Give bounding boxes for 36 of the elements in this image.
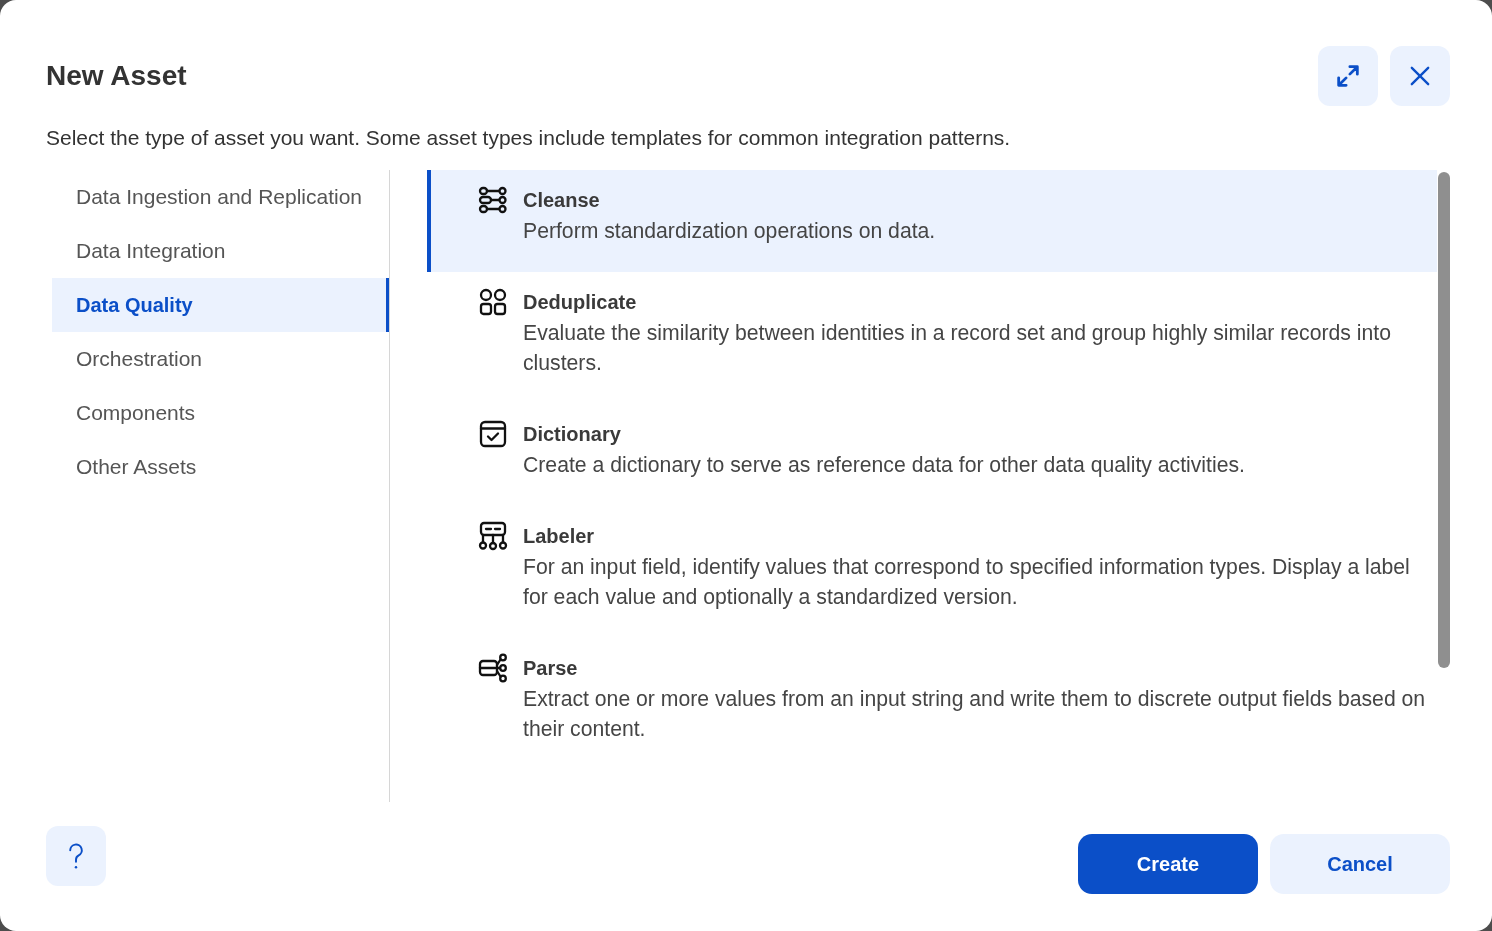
close-icon bbox=[1410, 66, 1430, 86]
asset-description: Evaluate the similarity between identities in a record set and group highly similar records into clusters. bbox=[523, 320, 1392, 376]
shapes-grid-icon bbox=[478, 287, 508, 317]
dialog-title: New Asset bbox=[46, 60, 187, 92]
branch-nodes-icon bbox=[478, 653, 508, 683]
connected-rows-icon bbox=[478, 185, 508, 215]
create-button[interactable]: Create bbox=[1078, 834, 1258, 894]
asset-option[interactable]: Parse Extract one or more values from an input string and write them to discrete output fields based on their content. bbox=[427, 638, 1437, 770]
asset-option[interactable]: Deduplicate Evaluate the similarity between identities in a record set and group highly similar records into clusters. bbox=[427, 272, 1437, 404]
sidebar-item[interactable]: Components bbox=[52, 386, 389, 440]
asset-title: Dictionary bbox=[523, 422, 622, 447]
expand-button[interactable] bbox=[1318, 46, 1378, 106]
scrollbar-thumb[interactable] bbox=[1438, 172, 1450, 668]
asset-description: Perform standardization operations on data. bbox=[523, 218, 937, 245]
asset-option[interactable]: Labeler For an input field, identify values that correspond to specified information types. Display a label for each value and optionally a standardized version. bbox=[427, 506, 1437, 638]
sidebar-item[interactable]: Data Ingestion and Replication bbox=[52, 170, 389, 224]
cancel-button[interactable]: Cancel bbox=[1270, 834, 1450, 894]
hierarchy-icon bbox=[478, 521, 508, 551]
help-icon bbox=[68, 841, 84, 871]
asset-title: Labeler bbox=[523, 524, 596, 549]
close-button[interactable] bbox=[1390, 46, 1450, 106]
dialog-description: Select the type of asset you want. Some asset types include templates for common integration patterns. bbox=[46, 125, 1012, 151]
asset-title: Deduplicate bbox=[523, 290, 638, 315]
asset-title: Parse bbox=[523, 656, 579, 681]
sidebar-item[interactable]: Other Assets bbox=[52, 440, 389, 494]
asset-description: For an input field, identify values that correspond to specified information types. Display a label for each value and optionally a standardized version. bbox=[523, 554, 1411, 611]
sidebar-item[interactable]: Orchestration bbox=[52, 332, 389, 386]
sidebar-item[interactable]: Data Integration bbox=[52, 224, 389, 278]
asset-title: Cleanse bbox=[523, 188, 601, 213]
asset-description: Extract one or more values from an input string and write them to discrete output fields based on their content. bbox=[523, 686, 1427, 742]
asset-option[interactable]: Cleanse Perform standardization operations on data. bbox=[427, 170, 1437, 272]
sidebar-item[interactable]: Data Quality bbox=[52, 278, 389, 332]
asset-description: Create a dictionary to serve as reference data for other data quality activities. bbox=[523, 452, 1246, 479]
asset-option[interactable]: Dictionary Create a dictionary to serve as reference data for other data quality activities. bbox=[427, 404, 1437, 506]
check-window-icon bbox=[478, 419, 508, 449]
expand-icon bbox=[1334, 62, 1362, 90]
